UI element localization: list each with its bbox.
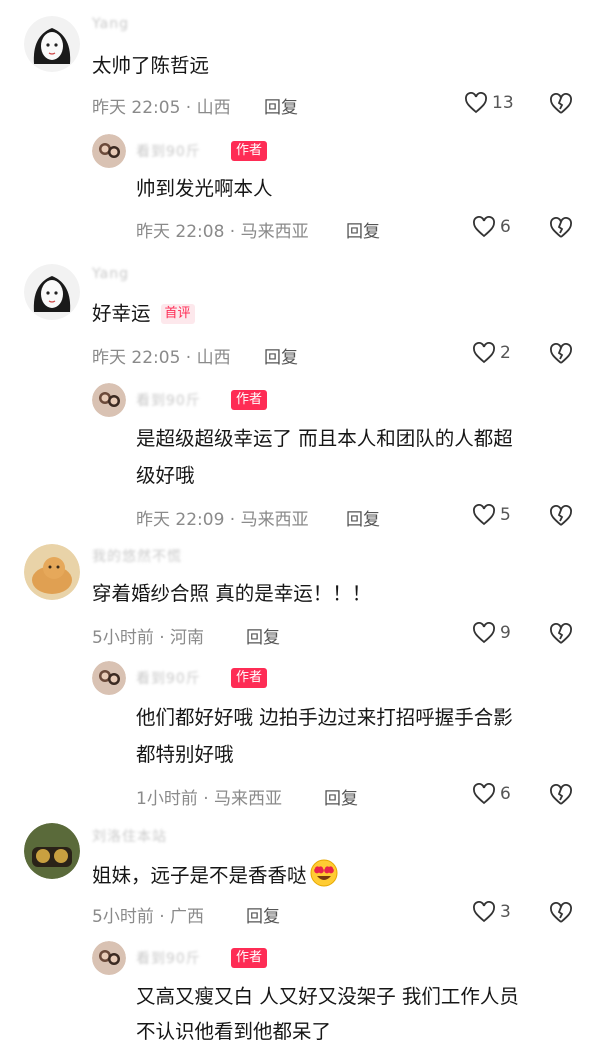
reply-button[interactable]: 回复 — [346, 505, 380, 530]
author-badge: 作者 — [231, 668, 268, 688]
comment-text-content: 姐妹，远子是不是香香哒 — [92, 864, 307, 887]
comment-2: Yang 好幸运 首评 昨天 22:05 · 山西 回复 2 看到90斤 作者 是… — [0, 250, 600, 540]
author-badge: 作者 — [231, 390, 268, 410]
author-reply-text-line-1: 他们都好好哦 边拍手边过来打招呼握手合影 — [136, 706, 513, 729]
reply-button[interactable]: 回复 — [264, 343, 298, 368]
comment-author-name[interactable]: Yang — [92, 266, 129, 282]
reply-button[interactable]: 回复 — [346, 217, 380, 242]
comment-author-name[interactable]: 我的悠然不慌 — [92, 546, 182, 566]
author-avatar[interactable] — [92, 941, 126, 975]
heart-outline-icon — [473, 504, 495, 526]
broken-heart-icon[interactable] — [549, 343, 573, 365]
author-reply-meta: 昨天 22:08 · 马来西亚 — [136, 222, 309, 242]
author-avatar[interactable] — [92, 383, 126, 417]
like-button[interactable]: 13 — [464, 92, 514, 114]
author-avatar[interactable] — [92, 661, 126, 695]
comment-meta: 5小时前 · 河南 — [92, 628, 205, 648]
comment-author-name[interactable]: 刘洛住本站 — [92, 826, 167, 846]
like-count: 9 — [500, 623, 511, 643]
heart-outline-icon — [473, 783, 495, 805]
author-name[interactable]: 看到90斤 — [136, 141, 201, 161]
avatar[interactable] — [24, 16, 80, 72]
broken-heart-icon[interactable] — [549, 505, 573, 527]
heart-outline-icon — [465, 92, 487, 114]
like-button[interactable]: 6 — [472, 216, 511, 238]
author-name[interactable]: 看到90斤 — [136, 390, 201, 410]
avatar[interactable] — [24, 544, 80, 600]
comment-meta: 5小时前 · 广西 — [92, 907, 205, 927]
avatar[interactable] — [24, 264, 80, 320]
author-reply-meta: 1小时前 · 马来西亚 — [136, 789, 283, 809]
broken-heart-icon[interactable] — [549, 784, 573, 806]
comment-text: 姐妹，远子是不是香香哒 — [92, 858, 339, 892]
like-count: 3 — [500, 902, 511, 922]
like-button[interactable]: 6 — [472, 783, 511, 805]
like-count: 6 — [500, 784, 511, 804]
comment-text-content: 好幸运 — [92, 302, 151, 325]
author-reply-text-line-2: 都特别好哦 — [136, 743, 234, 766]
avatar[interactable] — [24, 823, 80, 879]
heart-eyes-emoji-icon — [310, 859, 338, 887]
heart-outline-icon — [473, 216, 495, 238]
comment-3: 我的悠然不慌 穿着婚纱合照 真的是幸运！！！ 5小时前 · 河南 回复 9 看到… — [0, 540, 600, 820]
comment-4: 刘洛住本站 姐妹，远子是不是香香哒 5小时前 · 广西 回复 3 看到90斤 作… — [0, 820, 600, 1048]
comment-meta: 昨天 22:05 · 山西 — [92, 98, 231, 118]
author-reply-text: 帅到发光啊本人 — [136, 177, 273, 200]
comment-text: 太帅了陈哲远 — [92, 54, 210, 77]
comment-text: 穿着婚纱合照 真的是幸运！！！ — [92, 582, 372, 605]
comment-1: Yang 太帅了陈哲远 昨天 22:05 · 山西 回复 13 看到90斤 作者… — [0, 0, 600, 250]
broken-heart-icon[interactable] — [549, 217, 573, 239]
first-comment-badge: 首评 — [160, 304, 195, 324]
broken-heart-icon[interactable] — [549, 93, 573, 115]
comment-meta: 昨天 22:05 · 山西 — [92, 348, 231, 368]
reply-button[interactable]: 回复 — [264, 93, 298, 118]
broken-heart-icon[interactable] — [549, 902, 573, 924]
author-reply-text-line-1: 又高又瘦又白 人又好又没架子 我们工作人员 — [136, 985, 519, 1008]
broken-heart-icon[interactable] — [549, 623, 573, 645]
author-badge: 作者 — [231, 141, 268, 161]
like-count: 6 — [500, 217, 511, 237]
reply-button[interactable]: 回复 — [324, 784, 358, 809]
heart-outline-icon — [473, 901, 495, 923]
like-count: 5 — [500, 505, 511, 525]
author-name[interactable]: 看到90斤 — [136, 948, 201, 968]
author-reply-meta: 昨天 22:09 · 马来西亚 — [136, 510, 309, 530]
author-badge: 作者 — [231, 948, 268, 968]
comment-author-name[interactable]: Yang — [92, 16, 129, 32]
author-reply-text-line-2: 级好哦 — [136, 464, 195, 487]
author-reply-text-line-2: 不认识他看到他都呆了 — [136, 1020, 332, 1043]
reply-button[interactable]: 回复 — [246, 623, 280, 648]
heart-outline-icon — [473, 342, 495, 364]
author-reply-text-line-1: 是超级超级幸运了 而且本人和团队的人都超 — [136, 427, 513, 450]
author-avatar[interactable] — [92, 134, 126, 168]
like-button[interactable]: 9 — [472, 622, 511, 644]
like-button[interactable]: 2 — [472, 342, 511, 364]
author-name[interactable]: 看到90斤 — [136, 668, 201, 688]
reply-button[interactable]: 回复 — [246, 902, 280, 927]
like-count: 2 — [500, 343, 511, 363]
like-button[interactable]: 3 — [472, 901, 511, 923]
comment-text: 好幸运 首评 — [92, 298, 195, 330]
like-count: 13 — [492, 93, 514, 113]
heart-outline-icon — [473, 622, 495, 644]
like-button[interactable]: 5 — [472, 504, 511, 526]
